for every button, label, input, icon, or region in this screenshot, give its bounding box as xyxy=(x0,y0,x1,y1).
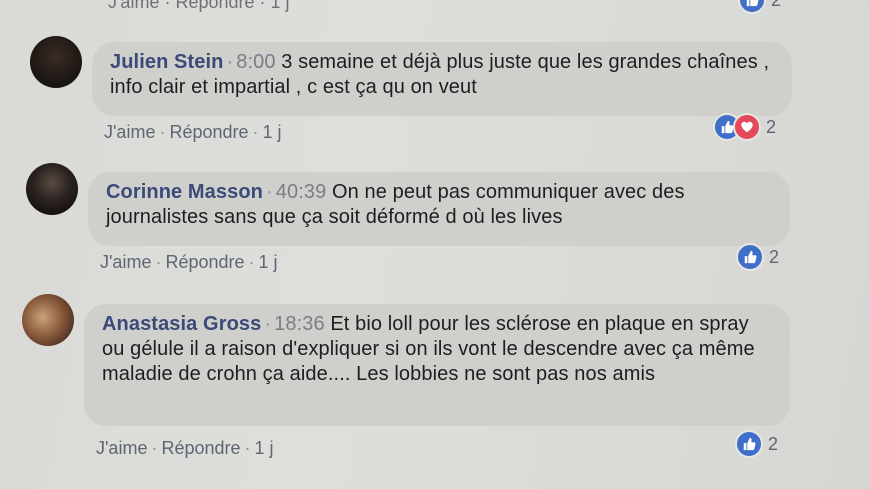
reaction-count: 2 xyxy=(766,116,777,137)
comment-bubble: Corinne Masson · 40:39 On ne peut pas comm… xyxy=(88,172,790,246)
like-link[interactable]: J'aime xyxy=(104,122,155,142)
avatar[interactable] xyxy=(30,36,82,88)
reply-link[interactable]: Répondre xyxy=(169,122,248,142)
comment-age: 1 j xyxy=(258,252,278,272)
comment-author[interactable]: Corinne Masson xyxy=(106,181,263,203)
comment-bubble: Anastasia Gross · 18:36 Et bio loll pour l… xyxy=(84,304,790,426)
reaction-count: 2 xyxy=(769,246,780,267)
like-icon xyxy=(738,0,766,14)
reply-link[interactable]: Répondre xyxy=(161,438,240,458)
comment-time: 40:39 xyxy=(275,181,327,203)
previous-reactions[interactable]: 2 xyxy=(738,0,781,14)
reaction-count: 2 xyxy=(771,0,781,11)
like-link[interactable]: J'aime xyxy=(96,438,147,458)
reaction-summary[interactable]: 2 xyxy=(735,430,778,458)
comment-age: 1 j xyxy=(270,0,290,12)
comment-time: 8:00 xyxy=(236,51,276,73)
reply-link[interactable]: Répondre xyxy=(175,0,254,12)
comment-actions: J'aime · Répondre · 1 j xyxy=(104,122,282,142)
previous-comment-actions: J'aime · Répondre · 1 j xyxy=(108,0,290,13)
comment-author[interactable]: Julien Stein xyxy=(110,51,223,73)
comment-actions: J'aime · Répondre · 1 j xyxy=(96,438,274,458)
comment-age: 1 j xyxy=(262,122,282,142)
comment-time: 18:36 xyxy=(274,313,325,335)
like-icon xyxy=(736,243,764,271)
avatar[interactable] xyxy=(26,163,78,215)
reaction-summary[interactable]: 2 xyxy=(713,113,776,141)
comment-bubble: Julien Stein · 8:00 3 semaine et déjà plus… xyxy=(92,42,792,116)
like-link[interactable]: J'aime xyxy=(100,252,151,272)
reaction-summary[interactable]: 2 xyxy=(736,243,779,271)
like-icon xyxy=(735,430,763,458)
avatar[interactable] xyxy=(22,294,74,346)
comment-age: 1 j xyxy=(254,438,274,458)
comment-author[interactable]: Anastasia Gross xyxy=(102,313,261,335)
comment-actions: J'aime · Répondre · 1 j xyxy=(100,252,278,272)
reply-link[interactable]: Répondre xyxy=(165,252,244,272)
reaction-count: 2 xyxy=(768,433,779,454)
like-link[interactable]: J'aime xyxy=(108,0,159,12)
love-icon xyxy=(733,113,761,141)
